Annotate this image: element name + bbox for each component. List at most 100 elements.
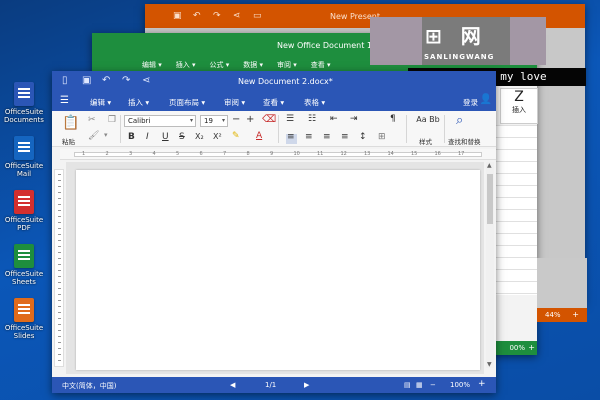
document-status-bar: 中文(简体，中国) ◀ 1/1 ▶ ▤ ▦ − 100% + — [52, 377, 496, 393]
copy-icon[interactable]: ❐ — [108, 115, 116, 125]
insert-ribbon-button[interactable]: Z 插入 — [500, 88, 538, 124]
menu-edit[interactable]: 编辑 ▾ — [90, 97, 111, 108]
ruler-number: 7 — [223, 151, 227, 157]
login-link[interactable]: 登录 — [463, 97, 478, 108]
pilcrow-button[interactable]: ¶ — [390, 114, 396, 124]
menu-insert[interactable]: 插入 ▾ — [128, 97, 149, 108]
ruler-number: 2 — [105, 151, 109, 157]
increase-font-button[interactable]: + — [246, 114, 254, 125]
divider — [120, 115, 121, 143]
desktop-icon[interactable]: OfficeSuite Mail — [0, 136, 48, 188]
align-right-icon[interactable]: ≡ — [323, 132, 331, 142]
desktop-icon[interactable]: OfficeSuite PDF — [0, 190, 48, 242]
ruler-number: 11 — [317, 151, 324, 157]
justify-icon[interactable]: ≡ — [341, 132, 349, 142]
slides-zoom-in-button[interactable]: + — [572, 310, 579, 319]
user-icon[interactable]: 👤 — [480, 94, 492, 105]
clipboard-dropdown-icon[interactable]: ▾ — [104, 131, 108, 139]
desktop-icons: OfficeSuite Documents OfficeSuite Mail Offic… — [0, 82, 48, 352]
document-title-bar[interactable]: ▯ ▣ ↶ ↷ ⋖ New Document 2.docx* — [52, 71, 496, 91]
styles-label[interactable]: 样式 — [419, 136, 432, 146]
ruler-number: 8 — [246, 151, 250, 157]
clear-format-icon[interactable]: ⌫ — [262, 114, 276, 125]
slides-window-partial[interactable]: 44% + — [537, 258, 587, 322]
scroll-down-icon[interactable]: ▼ — [487, 361, 492, 368]
undo-icon[interactable]: ↶ — [193, 11, 201, 21]
menu-table[interactable]: 表格 ▾ — [304, 97, 325, 108]
scrollbar-thumb[interactable] — [487, 174, 493, 224]
numbered-list-icon[interactable]: ☷ — [308, 114, 316, 124]
line-spacing-icon[interactable]: ↕ — [359, 132, 367, 142]
desktop-icon-label: OfficeSuite — [4, 108, 44, 116]
subscript-button[interactable]: X₂ — [195, 132, 204, 141]
scroll-up-icon[interactable]: ▲ — [487, 162, 492, 169]
undo-icon[interactable]: ↶ — [102, 75, 110, 86]
document-page[interactable] — [76, 170, 480, 370]
paste-label[interactable]: 粘贴 — [62, 136, 75, 146]
sheets-zoom-level: 00% — [509, 344, 525, 352]
font-size-select[interactable]: 19 ▾ — [200, 115, 228, 127]
chevron-down-icon: ▾ — [221, 117, 225, 124]
underline-button[interactable]: U — [162, 132, 169, 142]
format-painter-icon[interactable]: 🖌 — [88, 131, 99, 141]
font-name-value: Calibri — [128, 117, 151, 125]
font-color-icon[interactable]: A — [256, 131, 262, 141]
find-replace-label[interactable]: 查找和替换 — [448, 136, 481, 146]
zoom-out-button[interactable]: − — [430, 381, 436, 389]
web-layout-icon[interactable]: ▦ — [416, 381, 423, 389]
redo-icon[interactable]: ↷ — [122, 75, 130, 86]
ruler-track — [74, 152, 482, 157]
ruler-number: 17 — [458, 151, 465, 157]
present-icon[interactable]: ▭ — [253, 11, 262, 21]
document-title: New Document 2.docx* — [238, 77, 333, 86]
superscript-button[interactable]: X² — [213, 132, 222, 141]
save-icon[interactable]: ▣ — [173, 11, 182, 21]
prev-page-icon[interactable]: ◀ — [230, 381, 235, 389]
font-name-select[interactable]: Calibri ▾ — [124, 115, 196, 127]
horizontal-ruler[interactable]: 1 2 3 4 5 6 7 8 9 10 11 12 13 14 15 16 17 — [60, 149, 496, 160]
clipboard-icon[interactable]: 📋 — [62, 115, 79, 131]
increase-indent-icon[interactable]: ⇥ — [350, 114, 358, 124]
vertical-scrollbar[interactable]: ▲ ▼ — [486, 162, 494, 368]
app-icon — [14, 190, 34, 214]
print-layout-icon[interactable]: ▤ — [404, 381, 411, 389]
ruler-number: 14 — [387, 151, 394, 157]
find-replace-icon[interactable]: ⌕ — [456, 113, 463, 128]
desktop-icon[interactable]: OfficeSuite Documents — [0, 82, 48, 134]
bold-button[interactable]: B — [128, 132, 135, 142]
cut-icon[interactable]: ✂ — [88, 115, 96, 125]
divider — [444, 115, 445, 143]
menu-review[interactable]: 审阅 ▾ — [224, 97, 245, 108]
sheets-zoom-in-button[interactable]: + — [528, 343, 535, 352]
desktop-icon-label: Sheets — [12, 278, 36, 286]
redo-icon[interactable]: ↷ — [213, 11, 221, 21]
decrease-indent-icon[interactable]: ⇤ — [330, 114, 338, 124]
app-icon — [14, 82, 34, 106]
next-page-icon[interactable]: ▶ — [304, 381, 309, 389]
zoom-in-button[interactable]: + — [478, 379, 486, 389]
document-window[interactable]: ▯ ▣ ↶ ↷ ⋖ New Document 2.docx* ☰ 编辑 ▾ 插入… — [52, 71, 496, 393]
new-file-icon[interactable]: ▯ — [62, 75, 68, 86]
zoom-level: 100% — [450, 381, 471, 389]
hamburger-menu-icon[interactable]: ☰ — [60, 95, 69, 106]
strikethrough-button[interactable]: S — [179, 132, 185, 142]
insert-ribbon-glyph: Z — [514, 89, 524, 105]
align-left-icon[interactable]: ≡ — [287, 132, 295, 142]
border-icon[interactable]: ⊞ — [378, 132, 386, 142]
menu-page-layout[interactable]: 页面布局 ▾ — [169, 97, 205, 108]
sheets-grid[interactable] — [492, 125, 537, 295]
share-icon[interactable]: ⋖ — [142, 75, 150, 86]
share-icon[interactable]: ⋖ — [233, 11, 241, 21]
align-center-icon[interactable]: ≡ — [305, 132, 313, 142]
italic-button[interactable]: I — [146, 132, 149, 142]
bullet-list-icon[interactable]: ☰ — [286, 114, 294, 124]
language-indicator[interactable]: 中文(简体，中国) — [62, 381, 116, 391]
save-icon[interactable]: ▣ — [82, 75, 91, 86]
menu-view[interactable]: 查看 ▾ — [263, 97, 284, 108]
style-sample[interactable]: Aa Bb — [414, 115, 442, 124]
decrease-font-button[interactable]: − — [232, 114, 240, 125]
desktop-icon[interactable]: OfficeSuite Slides — [0, 298, 48, 350]
document-ribbon: 📋 粘贴 ✂ ❐ 🖌 ▾ Calibri ▾ 19 ▾ − + ⌫ B I U … — [52, 111, 496, 147]
highlight-icon[interactable]: ✎ — [232, 131, 240, 141]
desktop-icon[interactable]: OfficeSuite Sheets — [0, 244, 48, 296]
